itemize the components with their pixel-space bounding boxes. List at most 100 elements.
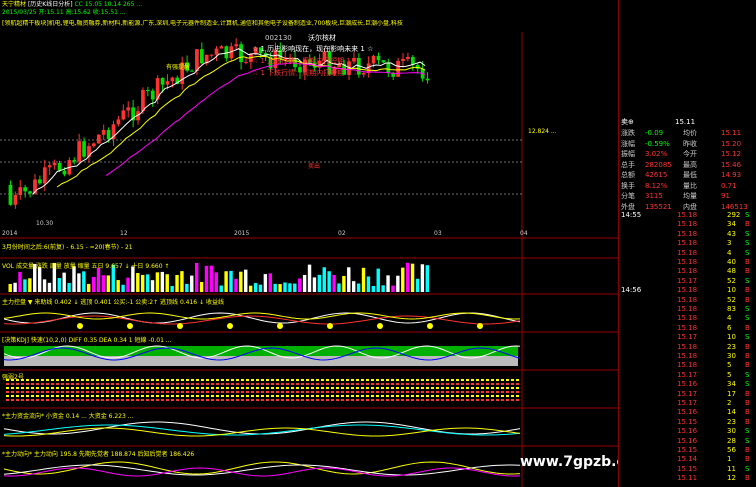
strength-dot [481,399,484,401]
strength-dot [21,383,24,385]
strength-dot [436,383,439,385]
strength-dot [486,383,489,385]
volume-bar [62,272,66,292]
strength-dot [401,399,404,401]
volume-bar [268,273,272,292]
strength-dot [501,391,504,393]
strength-dot [456,387,459,389]
strength-dot [441,391,444,393]
strength-dot [251,391,254,393]
strength-dot [276,387,279,389]
strength-dot [401,383,404,385]
strength-dot [76,383,79,385]
strength-dot [421,399,424,401]
strength-dot [281,379,284,381]
volume-bar [170,285,174,292]
strength-dot [491,379,494,381]
volume-bar [72,266,76,292]
date-04: 04 [520,230,528,237]
strength-dot [256,399,259,401]
volume-bar [361,267,366,292]
strength-dot [421,391,424,393]
strength-dot [511,379,514,381]
candle-body [396,60,400,77]
strength-dot [161,399,164,401]
strength-dot [211,395,214,397]
strength-dot [306,379,309,381]
strength-dot [476,395,479,397]
volume-bar [396,275,400,292]
strength-dot [56,379,59,381]
strength-dot [186,395,189,397]
volume-bar [140,274,145,292]
strength-dot [436,399,439,401]
candle-body [190,70,194,72]
quote-value: 42615 [645,171,668,179]
strength-dot [86,383,89,385]
strength-dot [76,399,79,401]
strength-dot [111,387,114,389]
strength-dot [16,395,19,397]
chart-area[interactable]: 天宁精材 [历史K线日分析] CC 15.05 10.14 265 ... 20… [0,0,649,487]
candle-body [62,170,67,175]
candle-body [170,77,175,82]
strength-dot [121,395,124,397]
volume-bar [37,267,42,292]
strength-dot [446,391,449,393]
strength-dot [341,383,344,385]
strength-dot [51,383,54,385]
strength-dot [326,379,329,381]
strength-dot [266,379,269,381]
strength-dot [371,379,374,381]
volume-bar [229,270,233,292]
strength-dot [241,391,244,393]
strength-dot [246,395,249,397]
strength-dot [471,383,474,385]
strength-dot [496,391,499,393]
volume-bar [87,283,91,292]
strength-dot [376,399,379,401]
volume-label: VOL 成交量 涨跌 周量 放量 缩量 五日 9.657 ↓ 十日 9.660 … [2,263,170,270]
strength-dot [271,391,274,393]
strength-dot [56,395,59,397]
strength-dot [511,387,514,389]
strength-dot [491,395,494,397]
candle-body [38,179,42,184]
quote-panel[interactable]: 卖⊕ 15.11 涨跌 -0.09 均价 15.11 涨幅 -0.59% 昨收 15.20 振幅… [618,0,756,487]
strength-dot [181,395,184,397]
strength-dot [281,391,284,393]
strength-dot [106,387,109,389]
strength-dot [236,379,239,381]
candle-body [145,89,150,91]
strength-dot [256,391,259,393]
strength-dot [146,391,149,393]
strength-dot [231,399,234,401]
strength-dot [401,391,404,393]
volume-bar [351,281,356,292]
strength-dot [236,383,239,385]
strength-dot [486,387,489,389]
strength-dot [291,391,294,393]
volume-bar [283,282,287,292]
candle-body [160,78,165,85]
strength-dot [141,395,144,397]
quote-row: 换手 8.12% 量比 0.71 [621,181,755,191]
quote-value2: 15.12 [721,150,742,158]
strength-dot [171,395,174,397]
strength-dot [111,395,114,397]
quote-key2: 今开 [683,150,697,158]
strength-dot [306,391,309,393]
strength-dot [151,399,154,401]
strength-dot [371,387,374,389]
strength-dot [276,383,279,385]
ma-label: 3月份时间之后:6(前复) - 6.15 - =20(春节) - 21 [2,244,133,251]
strength-dot [491,387,494,389]
strength-dot [481,387,484,389]
strength-dot [476,383,479,385]
quote-key2: 最高 [683,160,697,169]
quote-title: 卖⊕ [621,118,634,126]
strength-dot [326,391,329,393]
strength-dot [391,391,394,393]
strength-dot [381,383,384,385]
strength-dot [356,391,359,393]
